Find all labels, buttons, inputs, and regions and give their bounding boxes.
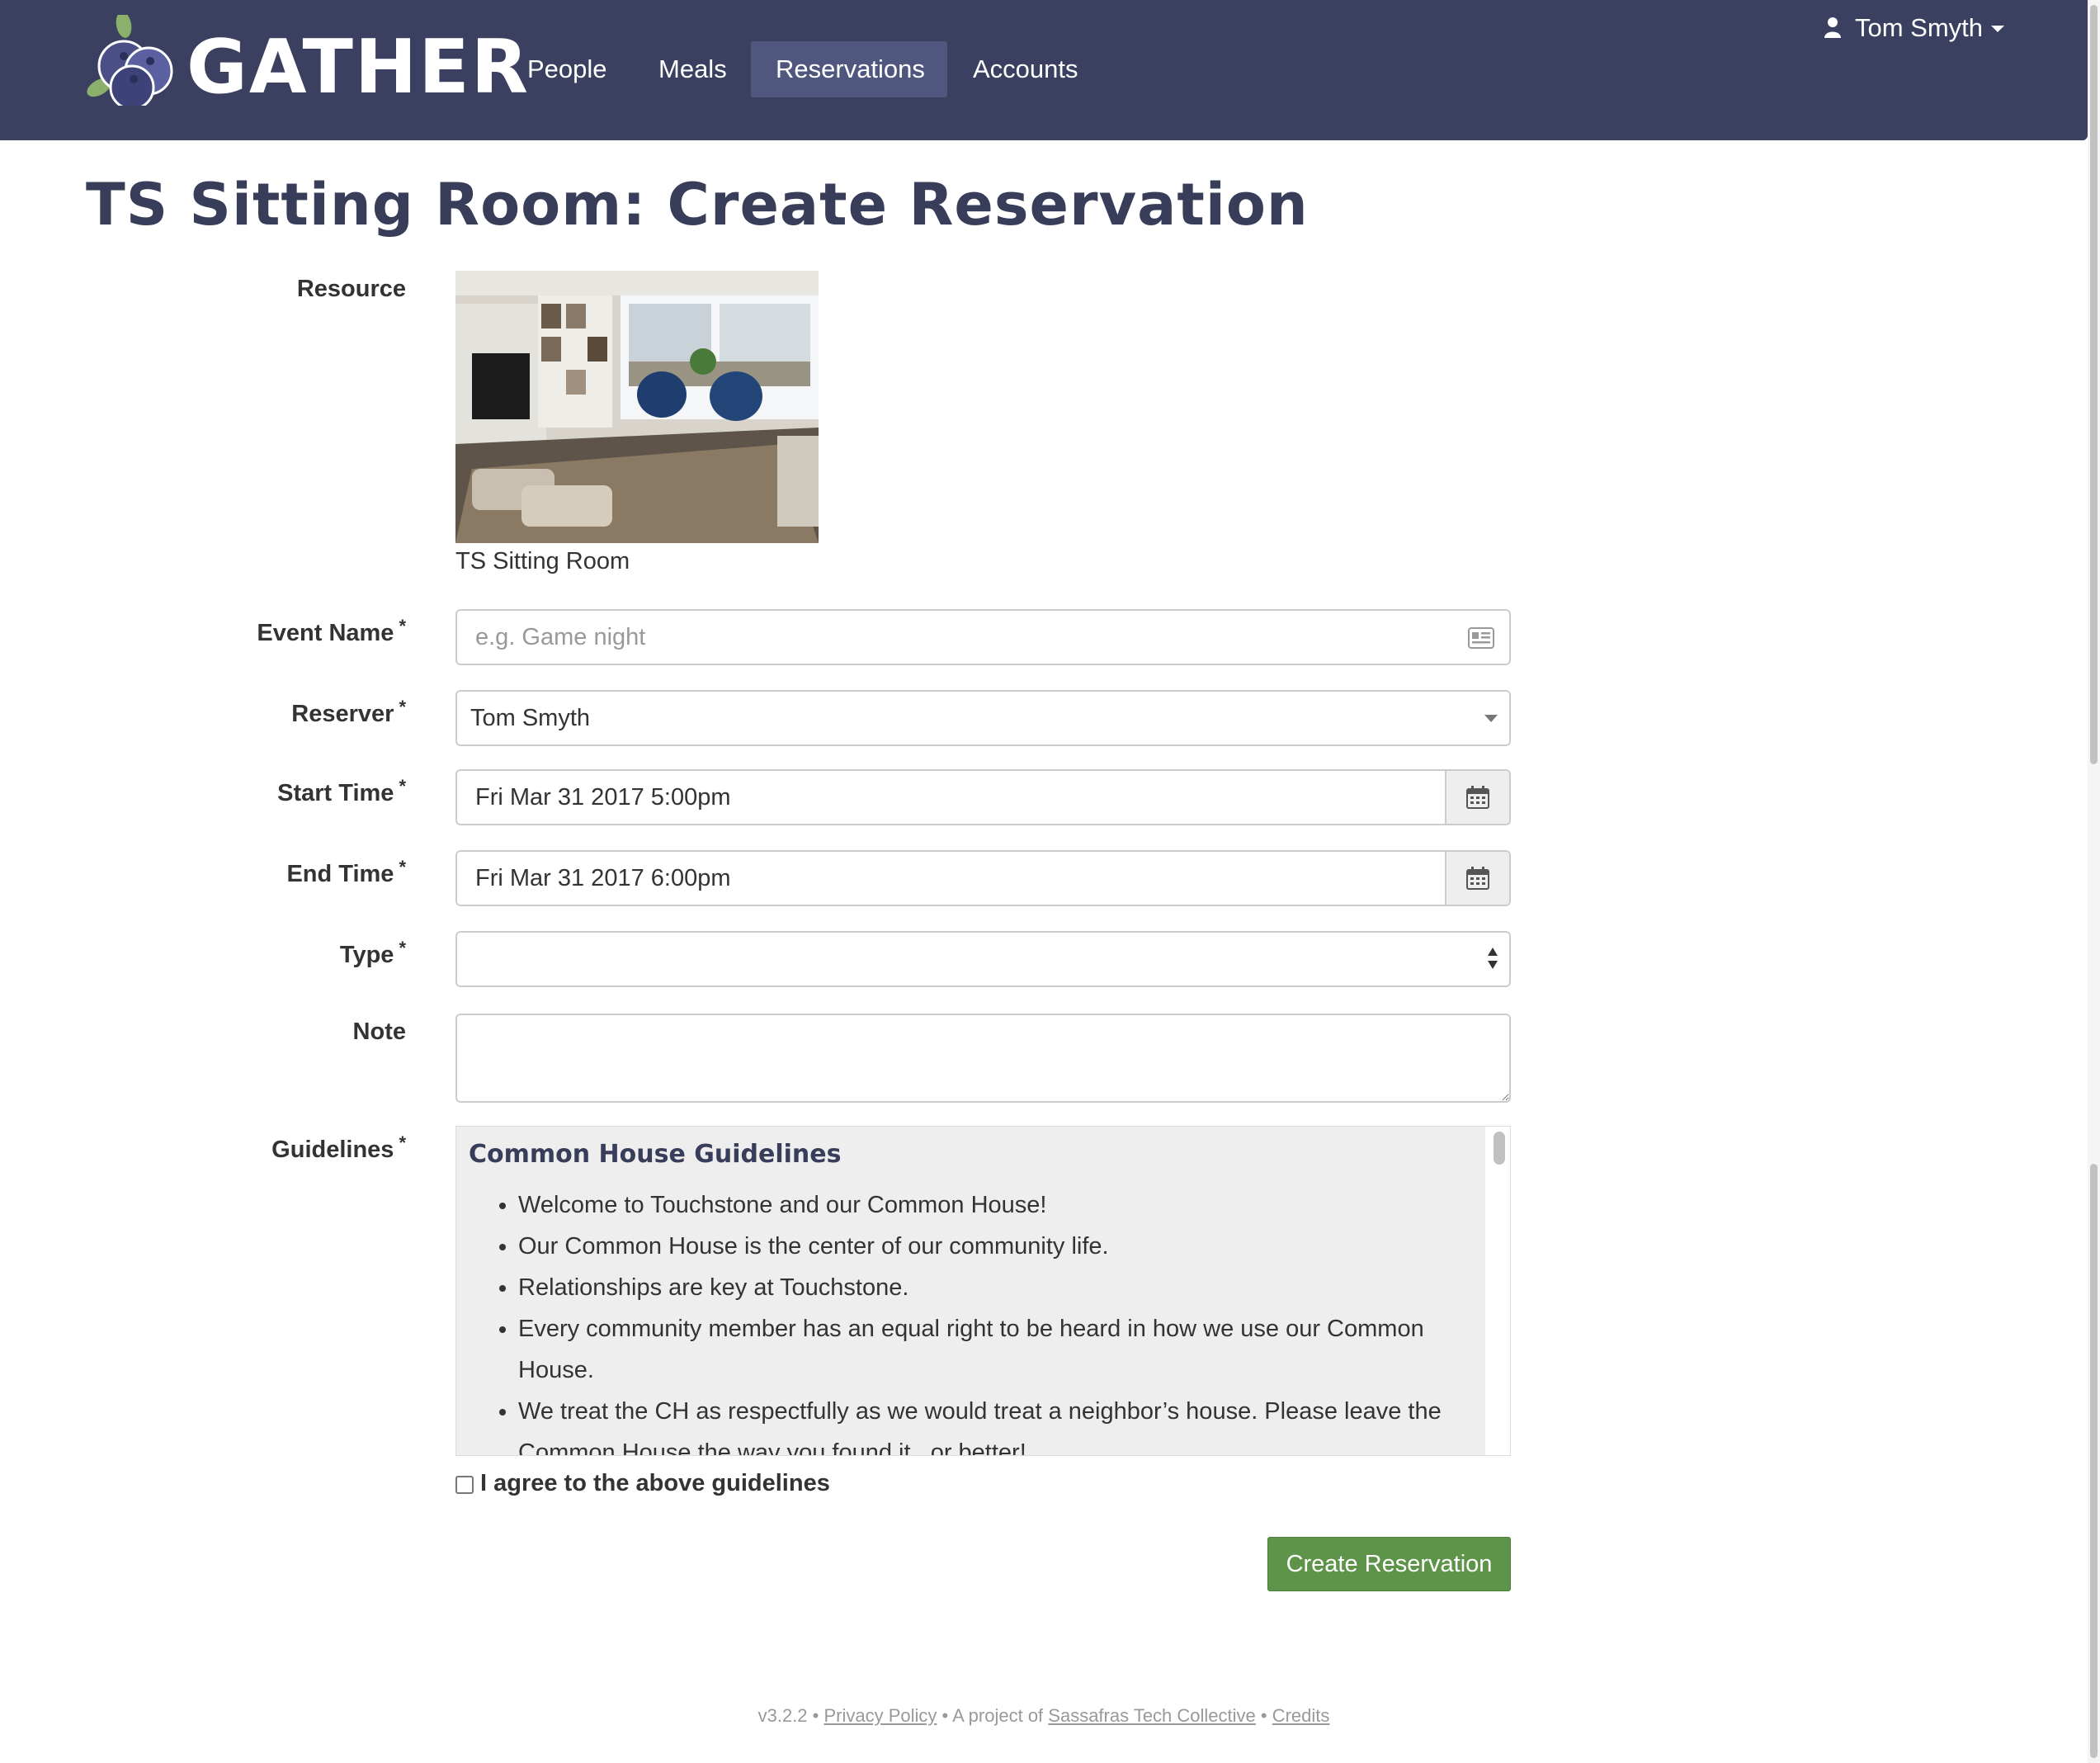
- start-time-value[interactable]: Fri Mar 31 2017 5:00pm: [475, 771, 730, 824]
- user-name: Tom Smyth: [1855, 13, 1984, 42]
- event-name-label-text: Event Name: [257, 620, 394, 646]
- guideline-item: Welcome to Touchstone and our Common Hou…: [518, 1184, 1475, 1226]
- start-time-label-text: Start Time: [277, 780, 394, 806]
- nav-reservations[interactable]: Reservations: [751, 41, 947, 97]
- resource-caption: TS Sitting Room: [455, 548, 630, 574]
- privacy-policy-link[interactable]: Privacy Policy: [823, 1705, 937, 1726]
- resource-label: Resource: [297, 276, 406, 303]
- guideline-item: Every community member has an equal righ…: [518, 1308, 1475, 1391]
- resource-photo: [455, 271, 819, 543]
- required-marker: *: [399, 1132, 406, 1153]
- end-time-label-text: End Time: [286, 861, 394, 887]
- page-scrollbar[interactable]: [2088, 0, 2100, 1763]
- end-time-value[interactable]: Fri Mar 31 2017 6:00pm: [475, 852, 730, 905]
- guidelines-box[interactable]: Common House Guidelines Welcome to Touch…: [455, 1126, 1511, 1456]
- guidelines-title: Common House Guidelines: [469, 1140, 842, 1169]
- sassafras-link[interactable]: Sassafras Tech Collective: [1048, 1705, 1256, 1726]
- nav-people[interactable]: People: [503, 41, 632, 97]
- footer-separator: •: [1255, 1705, 1272, 1726]
- event-name-field[interactable]: [455, 609, 1511, 665]
- user-menu[interactable]: Tom Smyth: [1824, 10, 2005, 46]
- end-time-picker-button[interactable]: [1445, 852, 1509, 905]
- guidelines-scrollbar[interactable]: [1485, 1127, 1510, 1455]
- brand-name: GATHER: [186, 24, 531, 111]
- footer-separator: •: [807, 1705, 824, 1726]
- nav-accounts[interactable]: Accounts: [948, 41, 1103, 97]
- calendar-icon: [1466, 867, 1489, 890]
- start-time-field[interactable]: Fri Mar 31 2017 5:00pm: [455, 769, 1511, 825]
- guidelines-list: Welcome to Touchstone and our Common Hou…: [469, 1184, 1475, 1455]
- note-label: Note: [353, 1019, 406, 1046]
- version-text: v3.2.2: [757, 1705, 808, 1726]
- note-label-text: Note: [352, 1019, 406, 1045]
- required-marker: *: [399, 938, 406, 958]
- id-card-icon: [1468, 627, 1494, 649]
- footer: v3.2.2 • Privacy Policy • A project of S…: [0, 1705, 2088, 1727]
- start-time-picker-button[interactable]: [1445, 771, 1509, 824]
- brand-logo[interactable]: GATHER: [84, 15, 528, 109]
- required-marker: *: [399, 857, 406, 877]
- nav-meals[interactable]: Meals: [634, 41, 752, 97]
- resource-label-text: Resource: [296, 276, 406, 302]
- reserver-label-text: Reserver: [291, 701, 394, 727]
- required-marker: *: [399, 616, 406, 636]
- chevron-down-icon: [1484, 715, 1498, 722]
- reserver-select[interactable]: Tom Smyth: [455, 690, 1511, 746]
- type-label: Type *: [340, 938, 406, 969]
- top-navbar: GATHER People Meals Reservations Account…: [0, 0, 2088, 140]
- chevron-down-icon: [1991, 26, 2005, 32]
- credits-link[interactable]: Credits: [1272, 1705, 1330, 1726]
- page-title: TS Sitting Room: Create Reservation: [86, 171, 1309, 239]
- required-marker: *: [399, 697, 406, 717]
- create-reservation-button[interactable]: Create Reservation: [1267, 1537, 1511, 1591]
- blueberry-logo-icon: [87, 15, 173, 106]
- calendar-icon: [1466, 786, 1489, 809]
- end-time-label: End Time *: [286, 857, 406, 888]
- guidelines-label-text: Guidelines: [271, 1137, 394, 1163]
- start-time-label: Start Time *: [277, 776, 406, 807]
- scrollbar-thumb[interactable]: [1494, 1132, 1505, 1165]
- required-marker: *: [399, 776, 406, 796]
- select-arrows-icon: [1488, 948, 1499, 972]
- end-time-field[interactable]: Fri Mar 31 2017 6:00pm: [455, 850, 1511, 906]
- user-icon: [1824, 12, 1842, 38]
- guidelines-label: Guidelines *: [271, 1132, 406, 1164]
- reserver-value: Tom Smyth: [470, 705, 591, 731]
- type-select[interactable]: [455, 931, 1511, 987]
- event-name-label: Event Name *: [257, 616, 406, 647]
- agree-checkbox[interactable]: [455, 1476, 474, 1494]
- event-name-input[interactable]: [475, 611, 1424, 664]
- type-label-text: Type: [339, 942, 394, 968]
- note-textarea[interactable]: [455, 1014, 1511, 1103]
- footer-project-text: • A project of: [937, 1705, 1049, 1726]
- agree-label[interactable]: I agree to the above guidelines: [480, 1470, 830, 1496]
- guideline-item: Our Common House is the center of our co…: [518, 1226, 1475, 1267]
- guideline-item: We treat the CH as respectfully as we wo…: [518, 1391, 1475, 1455]
- reserver-label: Reserver *: [291, 697, 406, 728]
- guideline-item: Relationships are key at Touchstone.: [518, 1267, 1475, 1308]
- scrollbar-thumb[interactable]: [2090, 1164, 2098, 1758]
- agree-checkbox-row[interactable]: I agree to the above guidelines: [455, 1469, 830, 1497]
- scrollbar-thumb[interactable]: [2090, 5, 2098, 764]
